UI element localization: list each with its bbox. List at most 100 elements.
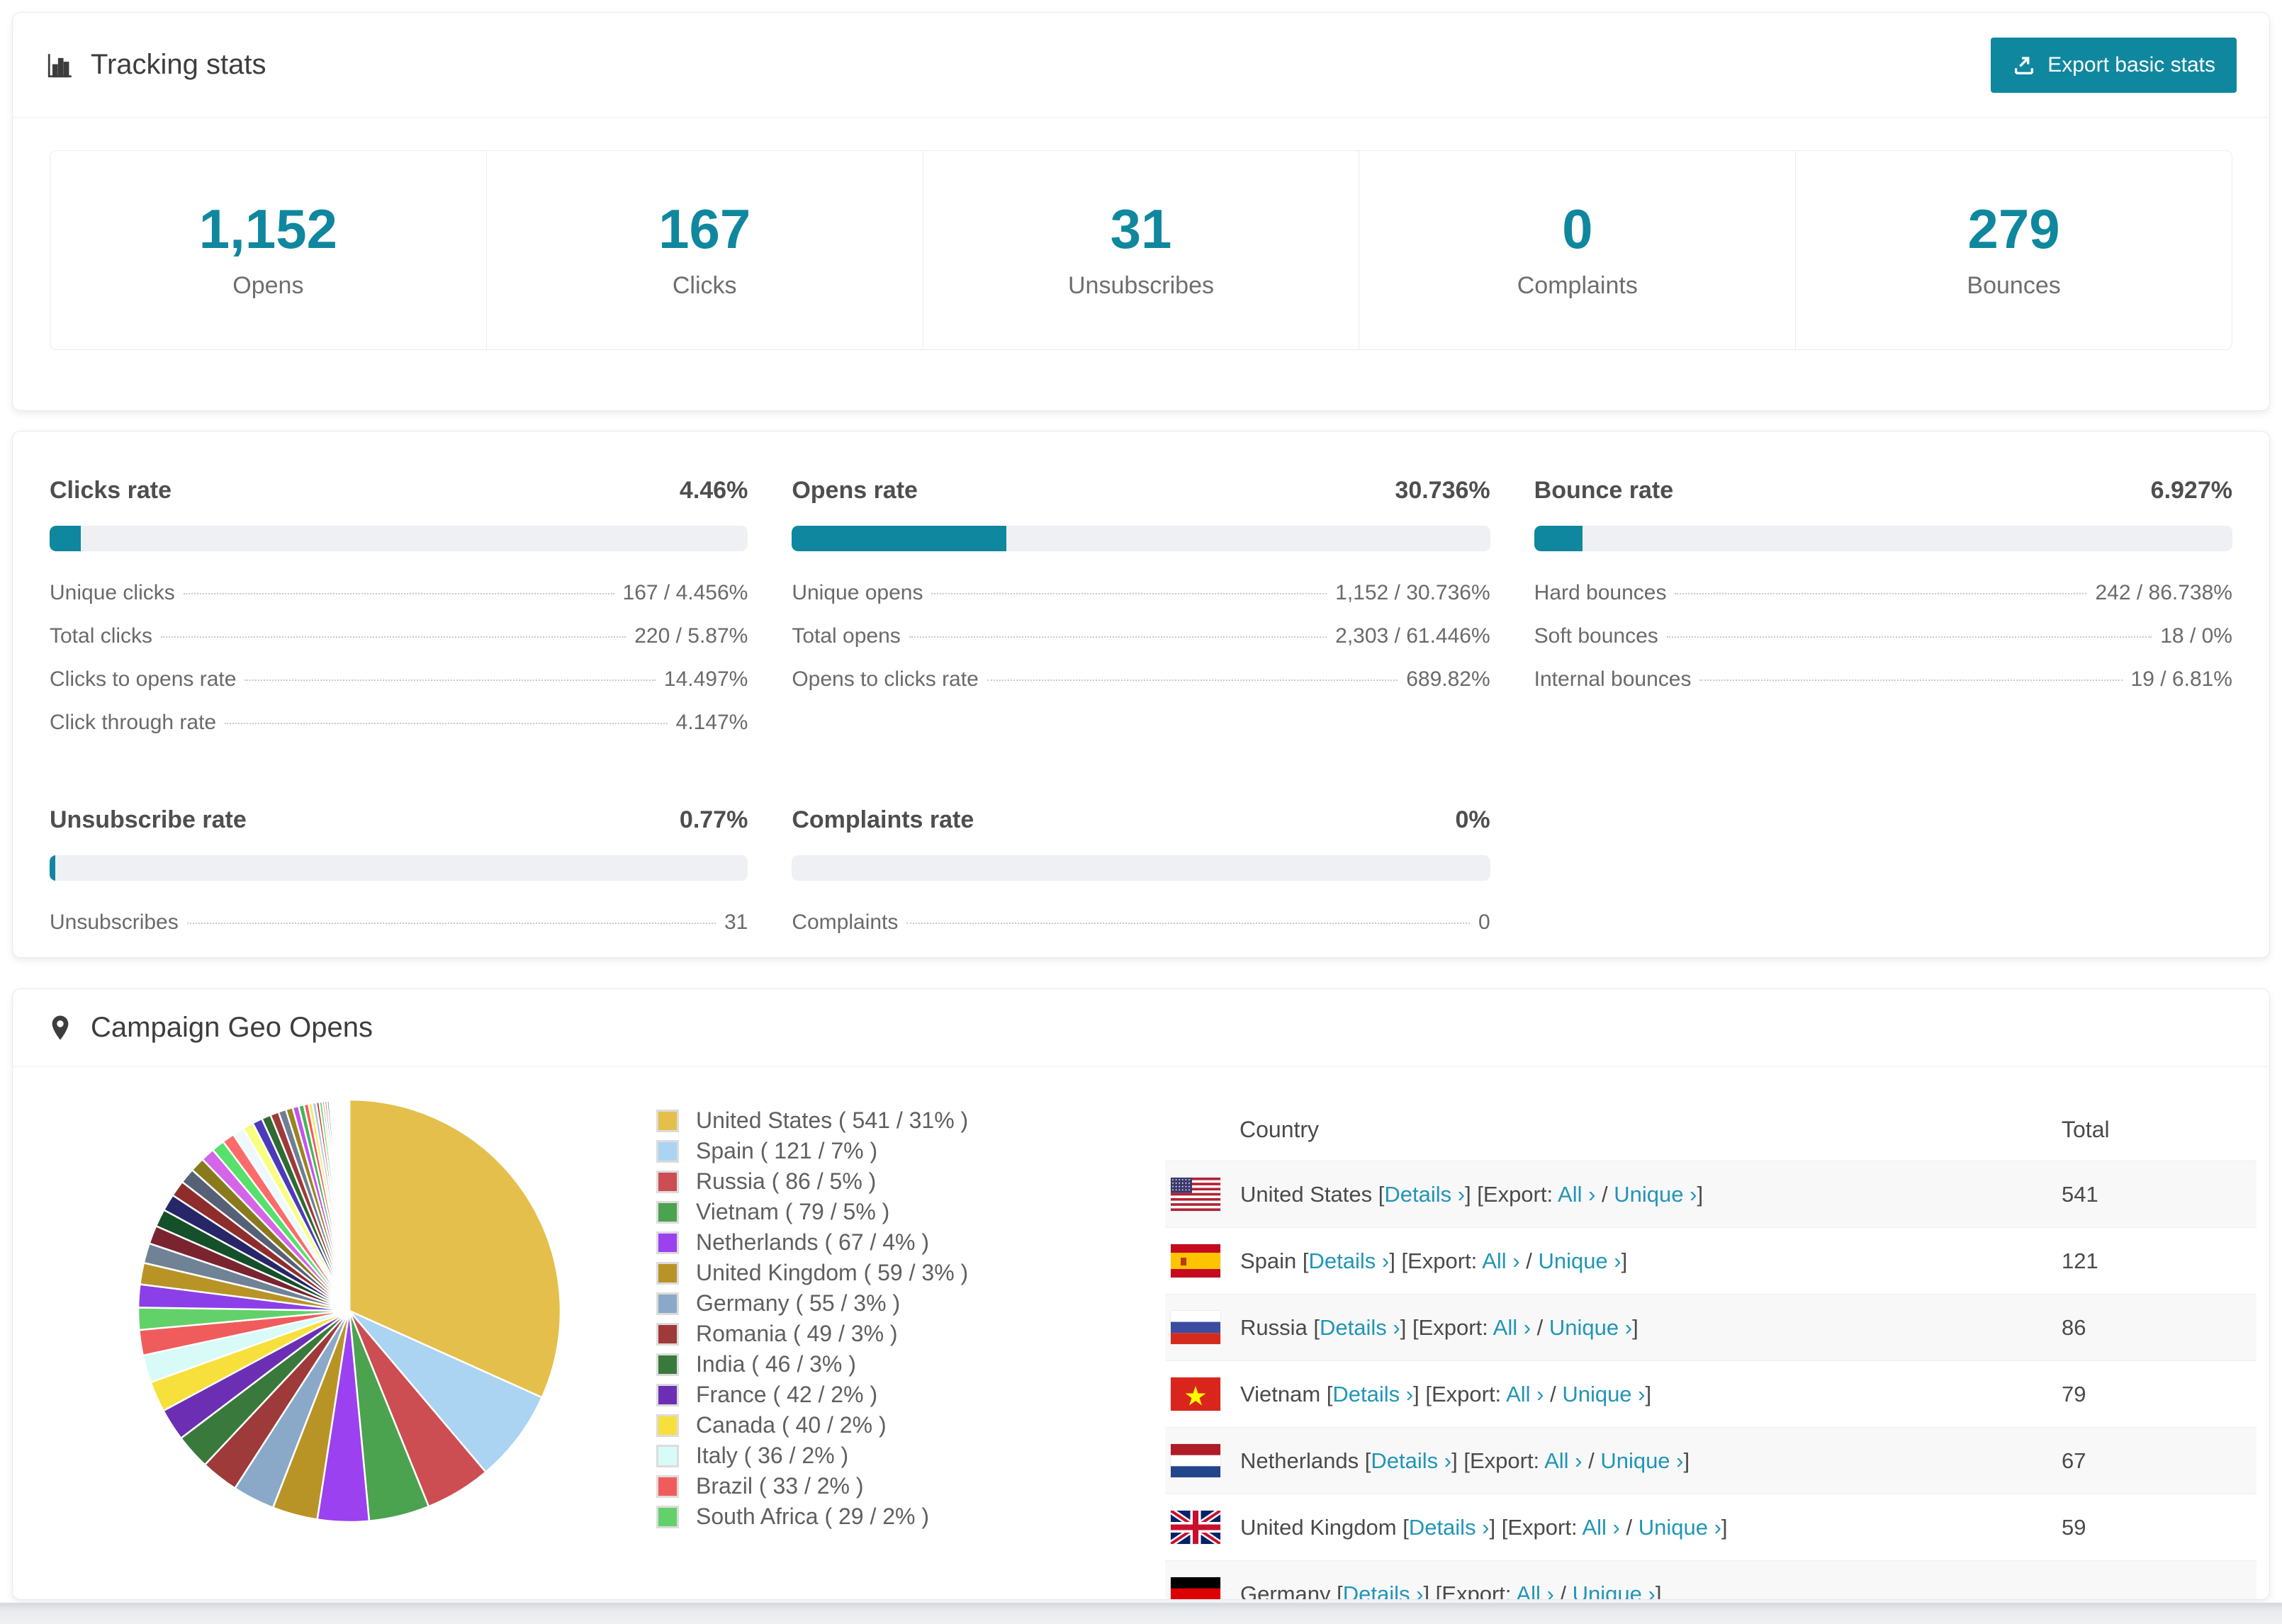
export-prefix: [Export: (1463, 1448, 1545, 1473)
stat-value-unsubscribes: 31 (1110, 197, 1172, 260)
export-unique-link[interactable]: Unique › (1549, 1315, 1632, 1340)
line-label: Complaints (792, 910, 899, 934)
geo-table: Country Total United States [Details ›] … (1165, 1084, 2256, 1600)
details-link[interactable]: Details › (1343, 1581, 1424, 1600)
export-prefix: [Export: (1401, 1248, 1483, 1273)
line-label: Total clicks (50, 624, 153, 648)
map-pin-icon (52, 1015, 69, 1040)
export-all-link[interactable]: All › (1506, 1382, 1544, 1406)
export-all-link[interactable]: All › (1493, 1315, 1531, 1340)
dotted-leader (1699, 680, 2123, 681)
details-link[interactable]: Details › (1409, 1515, 1490, 1540)
legend-swatch (656, 1139, 679, 1163)
legend-item-italy: Italy ( 36 / 2% ) (656, 1440, 968, 1471)
table-row-netherlands: Netherlands [Details ›] [Export: All › /… (1165, 1427, 2256, 1494)
line-value: 220 / 5.87% (634, 624, 748, 648)
ru-flag (1171, 1311, 1220, 1344)
rate-panel-opens-rate: Opens rate 30.736% Unique opens 1,152 / 30.… (792, 477, 1490, 754)
total-cell: 79 (2062, 1381, 2086, 1406)
legend-swatch (656, 1200, 679, 1224)
line-value: 1,152 / 30.736% (1335, 581, 1490, 604)
rate-title: Bounce rate (1534, 477, 1674, 504)
line-label: Opens to clicks rate (792, 667, 979, 691)
rate-head-unsubscribe-rate: Unsubscribe rate 0.77% (50, 806, 748, 834)
export-unique-link[interactable]: Unique › (1573, 1581, 1656, 1600)
campaign-geo-opens-card: Campaign Geo Opens United States ( 541 /… (12, 988, 2270, 1600)
details-link[interactable]: Details › (1320, 1315, 1400, 1340)
details-link[interactable]: Details › (1371, 1448, 1451, 1473)
details-link[interactable]: Details › (1309, 1248, 1390, 1273)
progress-bar-unsubscribe-rate (50, 855, 748, 881)
export-prefix: [Export: (1501, 1514, 1583, 1540)
total-cell: 59 (2062, 1514, 2086, 1540)
stat-label-complaints: Complaints (1517, 271, 1638, 299)
country-text: United States [Details ›] [Export: All ›… (1240, 1182, 1703, 1207)
stat-box-opens: 1,152 Opens (50, 151, 487, 349)
total-cell: 541 (2062, 1181, 2098, 1207)
export-basic-stats-button[interactable]: Export basic stats (1991, 37, 2237, 93)
country-cell: United Kingdom [Details ›] [Export: All … (1169, 1508, 2062, 1547)
country-cell: Vietnam [Details ›] [Export: All › / Uni… (1171, 1377, 2062, 1411)
rate-title: Unsubscribe rate (50, 806, 247, 833)
line-value: 19 / 6.81% (2130, 667, 2232, 691)
export-all-link[interactable]: All › (1544, 1448, 1582, 1473)
rate-line-hard-bounces: Hard bounces 242 / 86.738% (1534, 581, 2232, 605)
slash: / (1619, 1514, 1639, 1540)
export-prefix: [Export: (1477, 1181, 1558, 1207)
line-label: Click through rate (50, 711, 217, 734)
legend-label: Spain ( 121 / 7% ) (696, 1138, 878, 1163)
rate-line-complaints: Complaints 0 (792, 910, 1490, 935)
country-cell: United States [Details ›] [Export: All ›… (1171, 1178, 2062, 1212)
line-label: Unique opens (792, 581, 923, 604)
bracket: ] (1465, 1181, 1478, 1207)
export-unique-link[interactable]: Unique › (1562, 1382, 1645, 1406)
export-unique-link[interactable]: Unique › (1614, 1182, 1697, 1207)
geo-table-body: United States [Details ›] [Export: All ›… (1165, 1161, 2256, 1600)
total-cell: 121 (2062, 1248, 2098, 1273)
stat-value-complaints: 0 (1562, 197, 1593, 260)
progress-bar-complaints-rate (792, 855, 1490, 881)
stat-label-bounces: Bounces (1967, 271, 2061, 299)
rate-line-unique-opens: Unique opens 1,152 / 30.736% (792, 581, 1490, 605)
export-all-link[interactable]: All › (1582, 1515, 1619, 1540)
vn-flag (1171, 1377, 1220, 1411)
progress-bar-fill (1534, 526, 1583, 551)
export-unique-link[interactable]: Unique › (1600, 1448, 1683, 1473)
legend-item-spain: Spain ( 121 / 7% ) (656, 1136, 968, 1166)
rate-head-complaints-rate: Complaints rate 0% (792, 806, 1490, 834)
line-label: Hard bounces (1534, 581, 1667, 604)
country-name: United Kingdom (1240, 1514, 1403, 1540)
export-all-link[interactable]: All › (1482, 1248, 1519, 1273)
bracket: ] (1632, 1314, 1639, 1340)
stat-value-opens: 1,152 (198, 197, 337, 260)
bracket: ] (1451, 1448, 1464, 1473)
slash: / (1595, 1181, 1614, 1207)
rate-panels-grid: Clicks rate 4.46% Unique clicks 167 / 4.456… (13, 432, 2269, 954)
legend-swatch (656, 1261, 679, 1285)
export-unique-link[interactable]: Unique › (1639, 1515, 1721, 1540)
table-row-united-states: United States [Details ›] [Export: All ›… (1165, 1161, 2256, 1227)
geo-opens-pie-chart (137, 1098, 562, 1523)
country-text: Russia [Details ›] [Export: All › / Uniq… (1240, 1315, 1639, 1341)
rate-title: Complaints rate (792, 806, 974, 833)
legend-item-india: India ( 46 / 3% ) (656, 1349, 968, 1380)
bracket: [ (1337, 1581, 1343, 1600)
export-unique-link[interactable]: Unique › (1538, 1248, 1621, 1273)
stat-box-clicks: 167 Clicks (487, 151, 923, 349)
legend-item-brazil: Brazil ( 33 / 2% ) (656, 1471, 968, 1501)
export-all-link[interactable]: All › (1558, 1182, 1595, 1207)
details-link[interactable]: Details › (1384, 1182, 1465, 1207)
rate-line-total-opens: Total opens 2,303 / 61.446% (792, 624, 1490, 648)
export-all-link[interactable]: All › (1516, 1581, 1553, 1600)
line-value: 18 / 0% (2160, 624, 2232, 648)
nl-flag (1171, 1444, 1220, 1477)
line-value: 14.497% (663, 667, 748, 691)
dotted-leader (909, 636, 1327, 638)
rate-value: 0.77% (679, 806, 748, 833)
details-link[interactable]: Details › (1332, 1382, 1413, 1406)
legend-item-germany: Germany ( 55 / 3% ) (656, 1288, 968, 1319)
dotted-leader (225, 723, 668, 724)
bracket: ] (1683, 1448, 1690, 1473)
rate-lines: Unsubscribes 31 (50, 910, 748, 935)
country-name: Vietnam (1240, 1381, 1327, 1406)
